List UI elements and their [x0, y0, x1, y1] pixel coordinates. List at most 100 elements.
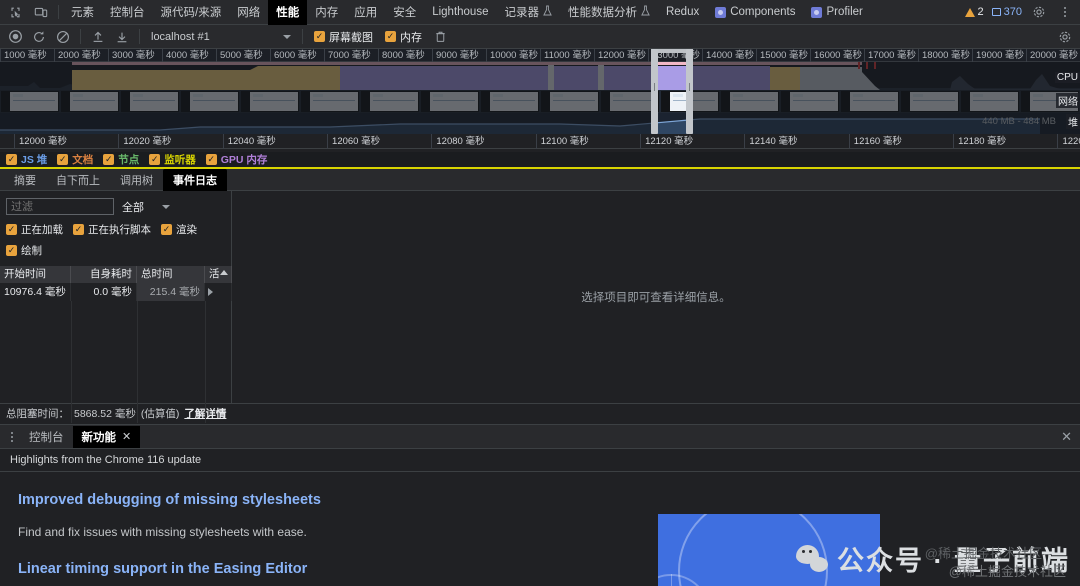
toolbar-divider	[58, 5, 59, 19]
tab-label: 应用	[354, 7, 378, 19]
tab-memory[interactable]: 内存	[307, 0, 346, 25]
tab-performance[interactable]: 性能	[268, 0, 308, 25]
chevron-down-icon	[283, 34, 291, 39]
column-self-time[interactable]: 自身耗时	[71, 266, 137, 283]
devtools-window: 元素 控制台 源代码/来源 网络 性能 内存 应用 安全 Lighthouse …	[0, 0, 1080, 586]
tab-console[interactable]: 控制台	[102, 0, 153, 25]
network-label: 网络	[1056, 93, 1080, 108]
tab-label: Profiler	[826, 6, 863, 18]
tab-security[interactable]: 安全	[385, 0, 424, 25]
close-icon[interactable]: ✕	[122, 430, 131, 443]
filter-loading[interactable]: ✓ 正在加载	[6, 222, 63, 237]
tab-event-log[interactable]: 事件日志	[163, 168, 227, 191]
memory-counter-checkbox[interactable]: ✓ 文档	[57, 152, 93, 167]
cell-start-time: 10976.4 毫秒	[0, 283, 71, 301]
filter-scripting[interactable]: ✓ 正在执行脚本	[73, 222, 151, 237]
tab-application[interactable]: 应用	[346, 0, 385, 25]
memory-counter-checkbox[interactable]: ✓ GPU 内存	[205, 152, 267, 167]
trash-icon[interactable]	[429, 26, 451, 48]
memory-counter-checkbox[interactable]: ✓ JS 堆	[6, 152, 47, 167]
filter-painting[interactable]: ✓ 绘制	[6, 243, 42, 258]
column-activity[interactable]: 活	[205, 266, 232, 283]
inspect-element-icon[interactable]	[2, 0, 28, 25]
tab-summary[interactable]: 摘要	[4, 169, 46, 191]
upload-profile-icon[interactable]	[87, 26, 109, 48]
drawer-tab-console[interactable]: 控制台	[20, 426, 73, 448]
watermark-subtext: @稀土掘金技术社区	[948, 564, 1066, 579]
timeline-tick: 12020 毫秒	[118, 134, 171, 149]
category-select-value: 全部	[122, 201, 144, 214]
tab-call-tree[interactable]: 调用树	[110, 169, 163, 191]
timeline-tick: 12160 毫秒	[848, 134, 902, 149]
kebab-menu-icon[interactable]	[1052, 0, 1078, 25]
filter-label: 正在执行脚本	[88, 224, 151, 236]
expand-triangle-icon[interactable]	[208, 288, 213, 296]
profile-select[interactable]: localhost #1	[146, 27, 296, 46]
kebab-menu-icon[interactable]	[4, 431, 20, 442]
screenshots-checkbox[interactable]: ✓ 屏幕截图	[309, 29, 378, 45]
clear-icon[interactable]	[52, 26, 74, 48]
message-count: 370	[1003, 6, 1022, 18]
timeline-tick: 12080 毫秒	[431, 134, 484, 149]
download-profile-icon[interactable]	[111, 26, 133, 48]
tab-sources[interactable]: 源代码/来源	[153, 0, 230, 25]
tab-redux[interactable]: Redux	[658, 0, 707, 25]
device-toolbar-icon[interactable]	[28, 0, 54, 25]
tab-network[interactable]: 网络	[229, 0, 268, 25]
overview-left-handle[interactable]	[651, 49, 658, 134]
tab-bottom-up[interactable]: 自下而上	[46, 169, 110, 191]
overview-ruler: 1000 毫秒 2000 毫秒 3000 毫秒 4000 毫秒 5000 毫秒 6000 …	[0, 49, 1080, 62]
overview-tick: 5000 毫秒	[216, 49, 263, 62]
drawer-tab-whats-new[interactable]: 新功能 ✕	[72, 425, 141, 448]
memory-label: 内存	[400, 31, 422, 44]
tab-recorder[interactable]: 记录器	[496, 0, 560, 25]
gear-icon[interactable]	[1054, 26, 1076, 48]
overview-tick: 11000 毫秒	[540, 49, 591, 62]
memory-checkbox[interactable]: ✓ 内存	[380, 29, 427, 45]
timeline-overview[interactable]: 1000 毫秒 2000 毫秒 3000 毫秒 4000 毫秒 5000 毫秒 6000 …	[0, 49, 1080, 134]
memory-counter-checkbox[interactable]: ✓ 监听器	[149, 152, 196, 167]
column-total-time[interactable]: 总时间	[137, 266, 205, 283]
overview-dim-right	[693, 62, 1080, 134]
timeline-tick: 12140 毫秒	[744, 134, 797, 149]
record-circle-icon[interactable]	[4, 26, 26, 48]
checkbox-checked-icon: ✓	[161, 224, 172, 235]
controls-divider	[80, 29, 81, 44]
gear-icon[interactable]	[1026, 0, 1052, 25]
filter-rendering[interactable]: ✓ 渲染	[161, 222, 197, 237]
heap-label: 堆	[1066, 114, 1080, 129]
table-header-row: 开始时间 自身耗时 总时间 活	[0, 266, 232, 283]
category-select[interactable]: 全部	[122, 199, 170, 215]
tab-elements[interactable]: 元素	[63, 0, 102, 25]
overview-tick: 6000 毫秒	[270, 49, 317, 62]
overview-right-handle[interactable]	[686, 49, 693, 134]
checkbox-checked-icon: ✓	[6, 154, 17, 165]
react-icon	[811, 6, 823, 18]
tab-profiler[interactable]: Profiler	[803, 0, 870, 25]
table-row[interactable]: 10976.4 毫秒 0.0 毫秒 215.4 毫秒	[0, 283, 232, 301]
filter-label: 正在加载	[21, 224, 63, 236]
messages-badge[interactable]: 370	[988, 6, 1026, 18]
checkbox-checked-icon: ✓	[57, 154, 69, 165]
column-start-time[interactable]: 开始时间	[0, 266, 71, 283]
event-log-filter-row: 全部	[0, 191, 231, 217]
chevron-down-icon	[162, 204, 170, 209]
warnings-badge[interactable]: 2	[961, 6, 988, 18]
drawer-close-icon[interactable]: ✕	[1061, 429, 1072, 445]
tab-performance-insights[interactable]: 性能数据分析	[560, 0, 658, 25]
whats-new-title[interactable]: Improved debugging of missing stylesheet…	[18, 492, 1062, 508]
tab-label: 记录器	[504, 7, 539, 19]
overview-body[interactable]: CPU 网络 堆	[0, 49, 1080, 134]
tab-lighthouse[interactable]: Lighthouse	[424, 0, 496, 25]
tab-label: 元素	[71, 7, 94, 19]
tab-label: Redux	[665, 6, 700, 18]
overview-dim-left	[0, 62, 651, 134]
reload-record-icon[interactable]	[28, 26, 50, 48]
tab-components[interactable]: Components	[707, 0, 803, 25]
overview-tick: 10000 毫秒	[486, 49, 538, 62]
memory-counter-checkbox[interactable]: ✓ 节点	[103, 152, 139, 167]
decorative-crosshair	[658, 574, 710, 586]
filter-input[interactable]	[6, 198, 114, 215]
controls-divider-2	[139, 29, 140, 44]
filter-label: 绘制	[21, 245, 42, 257]
